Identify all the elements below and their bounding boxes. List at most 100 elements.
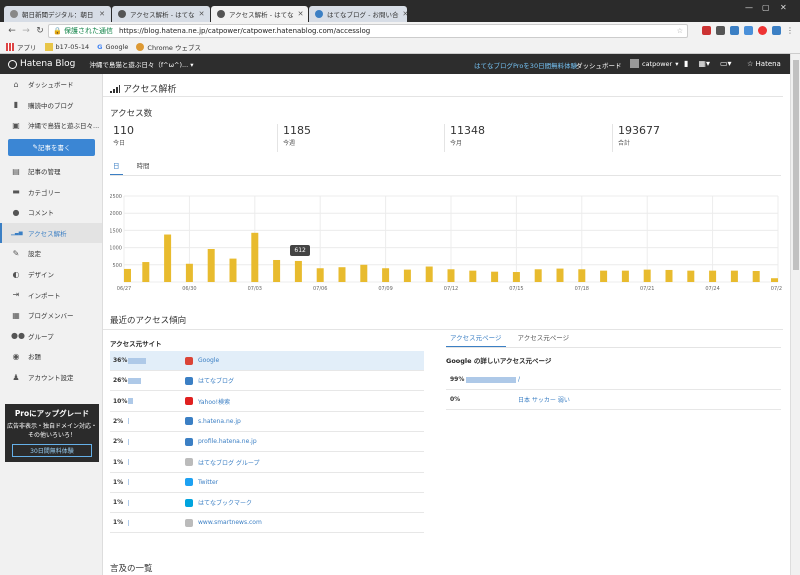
- hatena-link[interactable]: ☆ Hatena: [747, 60, 781, 68]
- chart-bar[interactable]: [665, 269, 673, 282]
- extension-icon[interactable]: [716, 26, 725, 35]
- sidebar-item[interactable]: ◐ デザイン: [0, 264, 102, 285]
- chart-bar[interactable]: [124, 268, 131, 282]
- back-icon[interactable]: ←: [6, 26, 18, 36]
- chart-bar[interactable]: [643, 269, 651, 282]
- sidebar-item[interactable]: ▮ 購読中のブログ: [0, 95, 102, 116]
- referrer-row[interactable]: 0% 日本 サッカー 弱い: [446, 390, 781, 410]
- browser-tab[interactable]: はてなブログ - お問い合 ✕: [309, 6, 407, 22]
- referrer-row[interactable]: 99% /: [446, 370, 781, 390]
- source-name[interactable]: profile.hatena.ne.jp: [198, 438, 257, 445]
- chart-bar[interactable]: [382, 268, 390, 282]
- chart-bar[interactable]: [294, 260, 302, 282]
- tab-close-icon[interactable]: ✕: [398, 10, 407, 18]
- user-menu[interactable]: catpower ▾: [630, 59, 678, 68]
- source-name[interactable]: www.smartnews.com: [198, 519, 262, 526]
- bookmark-icon[interactable]: ▮: [684, 59, 688, 68]
- extension-icon[interactable]: [702, 26, 711, 35]
- blog-switcher[interactable]: 沖縄で島猫と遊ぶ日々（f^ω^)... ▾: [89, 59, 193, 69]
- pro-trial-button[interactable]: 30日間無料体験: [12, 444, 92, 457]
- extension-icon[interactable]: [758, 26, 767, 35]
- pro-trial-link[interactable]: はてなブログProを30日間無料体験: [474, 60, 577, 70]
- source-name[interactable]: はてなブログ: [198, 376, 234, 385]
- close-window-icon[interactable]: ✕: [780, 3, 787, 12]
- address-bar[interactable]: 🔒 保護された通信 https://blog.hatena.ne.jp/catp…: [48, 24, 688, 38]
- chart-bar[interactable]: [338, 267, 346, 282]
- reload-icon[interactable]: ↻: [34, 26, 46, 36]
- bookmark-chrome[interactable]: Chrome ウェブス: [136, 42, 201, 52]
- referrer-name[interactable]: 日本 サッカー 弱い: [518, 395, 570, 404]
- chart-bar[interactable]: [164, 234, 172, 282]
- chart-bar[interactable]: [316, 268, 324, 282]
- grid-menu-icon[interactable]: ▦▾: [698, 59, 710, 68]
- chart-bar[interactable]: [621, 270, 629, 282]
- chart-bar[interactable]: [185, 263, 193, 282]
- sidebar-item[interactable]: ◉ お題: [0, 346, 102, 367]
- source-row[interactable]: 1% Twitter: [110, 473, 424, 493]
- source-row[interactable]: 2% s.hatena.ne.jp: [110, 412, 424, 432]
- source-name[interactable]: はてなブックマーク: [198, 498, 252, 507]
- sidebar-item[interactable]: ●● グループ: [0, 326, 102, 347]
- sidebar-item[interactable]: ● コメント: [0, 202, 102, 223]
- chart-bar[interactable]: [273, 259, 281, 282]
- source-row[interactable]: 10% Yahoo!検索: [110, 392, 424, 412]
- write-article-button[interactable]: ✎ 記事を書く: [8, 138, 95, 156]
- tab-close-icon[interactable]: ✕: [95, 10, 105, 18]
- chart-bar[interactable]: [771, 278, 778, 282]
- menu-icon[interactable]: ⋮: [786, 26, 794, 35]
- tab-close-icon[interactable]: ✕: [294, 10, 304, 18]
- minimize-icon[interactable]: —: [745, 3, 753, 12]
- browser-tab[interactable]: 朝日新聞デジタル：朝日 ✕: [4, 6, 111, 22]
- sidebar-item[interactable]: ⌂ ダッシュボード: [0, 74, 102, 95]
- browser-tab[interactable]: アクセス解析 - はてな ✕: [112, 6, 210, 22]
- source-name[interactable]: Google: [198, 357, 219, 364]
- scrollbar-thumb[interactable]: [793, 60, 799, 270]
- chart-bar[interactable]: [469, 270, 477, 282]
- tab-referrer-pages[interactable]: アクセス元ページ: [446, 332, 506, 348]
- extension-icon[interactable]: [730, 26, 739, 35]
- page-scrollbar[interactable]: [790, 54, 800, 575]
- sidebar-item[interactable]: ▣ 沖縄で島猫と遊ぶ日々...: [0, 115, 102, 136]
- sidebar-item[interactable]: ▦ ブログメンバー: [0, 305, 102, 326]
- bookmark-folder[interactable]: b17-05-14: [44, 42, 89, 51]
- forward-icon[interactable]: →: [20, 26, 32, 36]
- chart-bar[interactable]: [491, 271, 499, 282]
- chart-bar[interactable]: [425, 266, 433, 282]
- sidebar-item[interactable]: ⇥ インポート: [0, 284, 102, 305]
- extension-icon[interactable]: [772, 26, 781, 35]
- chart-bar[interactable]: [600, 270, 608, 282]
- sidebar-item[interactable]: ✎ 設定: [0, 243, 102, 264]
- browser-tab-active[interactable]: アクセス解析 - はてな ✕: [211, 6, 308, 22]
- tab-hour[interactable]: 時間: [137, 160, 150, 176]
- chart-bar[interactable]: [207, 248, 215, 282]
- tab-referrer-pages-2[interactable]: アクセス元ページ: [518, 332, 570, 348]
- tab-day[interactable]: 日: [110, 160, 123, 176]
- maximize-icon[interactable]: ▢: [762, 3, 770, 12]
- chart-bar[interactable]: [687, 270, 695, 282]
- source-name[interactable]: Yahoo!検索: [198, 397, 230, 406]
- source-row[interactable]: 2% profile.hatena.ne.jp: [110, 432, 424, 453]
- chart-bar[interactable]: [556, 268, 564, 282]
- chart-bar[interactable]: [447, 269, 455, 282]
- extension-icon[interactable]: [744, 26, 753, 35]
- chart-bar[interactable]: [229, 258, 237, 282]
- source-row[interactable]: 26% はてなブログ: [110, 371, 424, 392]
- chart-bar[interactable]: [730, 270, 738, 282]
- chart-bar[interactable]: [403, 269, 411, 282]
- referrer-name[interactable]: /: [518, 376, 520, 383]
- tab-close-icon[interactable]: ✕: [195, 10, 205, 18]
- source-row[interactable]: 1% はてなブックマーク: [110, 493, 424, 514]
- sidebar-item[interactable]: ♟ アカウント設定: [0, 367, 102, 388]
- chart-bar[interactable]: [752, 270, 760, 282]
- dashboard-link[interactable]: ダッシュボード: [576, 60, 622, 70]
- source-row[interactable]: 1% www.smartnews.com: [110, 513, 424, 534]
- bookmark-apps[interactable]: アプリ: [6, 42, 37, 52]
- source-name[interactable]: s.hatena.ne.jp: [198, 418, 241, 425]
- sidebar-item[interactable]: ▤ 記事の管理: [0, 161, 102, 182]
- chart-bar[interactable]: [578, 269, 586, 282]
- hatena-blog-logo[interactable]: Hatena Blog: [8, 59, 75, 69]
- source-row[interactable]: 36% Google: [110, 351, 424, 371]
- source-name[interactable]: はてなブログ グループ: [198, 458, 260, 467]
- chart-bar[interactable]: [142, 262, 150, 282]
- sidebar-item[interactable]: ▁▃▅ アクセス解析: [0, 222, 102, 244]
